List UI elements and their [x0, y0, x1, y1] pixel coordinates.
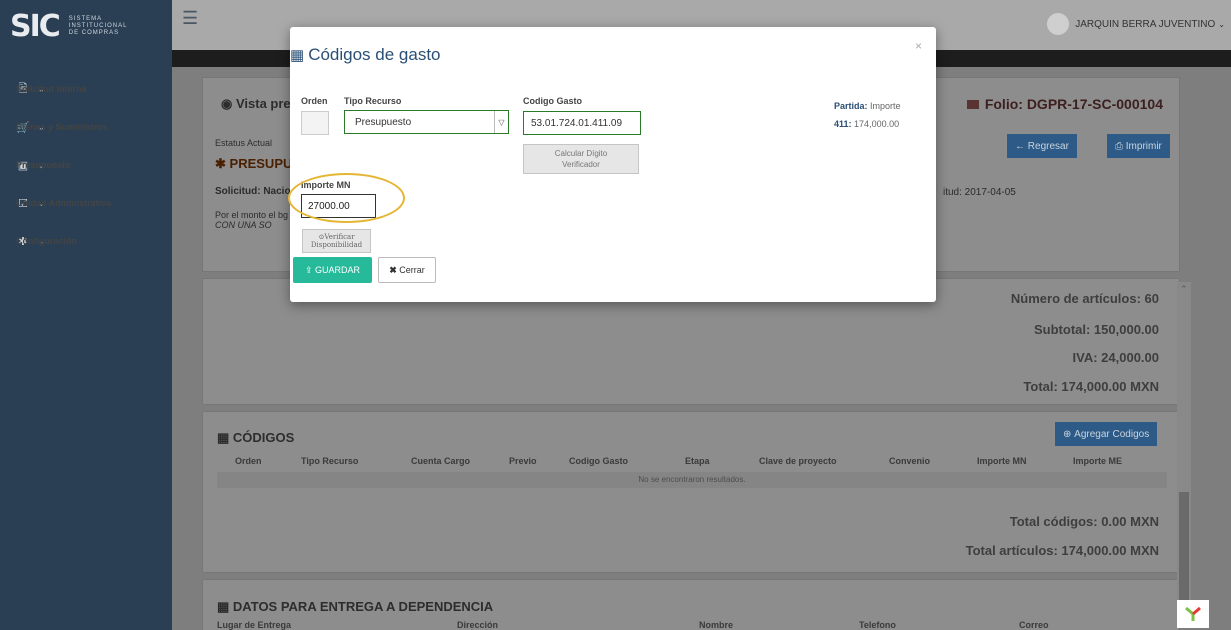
close-icon: ✖	[389, 264, 397, 275]
codigo-gasto-input[interactable]: 53.01.724.01.411.09	[523, 111, 641, 135]
iva: IVA: 24,000.00	[1072, 350, 1159, 365]
sidebar-item-unidad-administrativa[interactable]: ☑ Unidad Administrativa ⌄	[0, 188, 172, 218]
chevron-down-icon: ⌄	[1218, 19, 1225, 29]
sidebar-item-bienes[interactable]: 🛒 Bienes y Suministros ⌄	[0, 112, 172, 142]
scrollbar[interactable]: ⌃	[1177, 282, 1191, 612]
folio: Folio: DGPR-17-SC-000104	[966, 96, 1163, 112]
verificar-disponibilidad-button[interactable]: ⊙Verificar Disponibilidad	[302, 229, 371, 253]
qr-icon: ▦	[217, 430, 230, 445]
user-menu[interactable]: JARQUIN BERRA JUVENTINO ⌄	[1047, 13, 1225, 35]
col-lugar: Lugar de Entrega	[217, 620, 292, 630]
col-nombre: Nombre	[699, 620, 734, 630]
codigo-gasto-label: Codigo Gasto	[523, 96, 582, 106]
total-codigos: Total códigos: 0.00 MXN	[1009, 514, 1159, 529]
numero-articulos: Número de artículos: 60	[1010, 291, 1159, 306]
logo-icon	[1185, 606, 1201, 621]
col-cuenta-cargo: Cuenta Cargo	[411, 456, 471, 466]
sidebar-item-configuracion[interactable]: ✱ Configuración ⌄	[0, 226, 172, 256]
col-importe-mn: Importe MN	[977, 456, 1027, 466]
fecha-text: itud: 2017-04-05	[943, 187, 1016, 198]
sidebar-item-presupuesto[interactable]: ▣ Presupuesto ⌄	[0, 150, 172, 180]
scroll-up-icon[interactable]: ⌃	[1180, 284, 1188, 295]
codigos-gasto-modal: ▦ Códigos de gasto × Orden Tipo Recurso …	[288, 27, 936, 302]
barcode-icon	[966, 100, 979, 109]
modal-title-text: ▦ Códigos de gasto	[290, 45, 441, 64]
brand-text: SISTEMA INSTITUCIONAL DE COMPRAS	[68, 15, 128, 36]
gear-icon: ✱	[215, 156, 226, 171]
partida-label: Partida: Importe	[834, 101, 901, 111]
brand-logo: SIC	[10, 8, 61, 44]
chevron-down-icon: ▽	[494, 111, 508, 133]
agregar-codigos-button[interactable]: ⊕ Agregar Codigos	[1055, 422, 1158, 446]
close-icon[interactable]: ×	[915, 39, 922, 53]
print-icon: ⎙	[1115, 140, 1123, 152]
empty-row: No se encontraron resultados.	[217, 472, 1167, 488]
col-clave-proyecto: Clave de proyecto	[759, 456, 837, 466]
estatus-value: ✱ PRESUPU	[215, 156, 293, 171]
scrollbar-thumb[interactable]	[1179, 492, 1189, 612]
solicitud-text: Solicitud: Nacio	[215, 186, 291, 197]
qr-icon: ▦	[217, 599, 230, 614]
arrow-left-icon: ←	[1015, 140, 1025, 152]
total: Total: 174,000.00 MXN	[1023, 379, 1159, 394]
guardar-button[interactable]: ⇪ GUARDAR	[293, 257, 372, 283]
sidebar-item-solicitud-interna[interactable]: 🗎 Solicitud Interna ⌄	[0, 74, 172, 104]
qr-icon: ▦	[290, 47, 305, 64]
col-orden: Orden	[235, 456, 262, 466]
corner-logo	[1177, 600, 1209, 628]
col-convenio: Convenio	[889, 456, 931, 466]
col-direccion: Dirección	[457, 620, 499, 630]
total-articulos: Total artículos: 174,000.00 MXN	[965, 543, 1159, 558]
entrega-title: ▦ DATOS PARA ENTREGA A DEPENDENCIA	[217, 599, 494, 614]
menu-toggle-icon[interactable]: ☰	[182, 8, 198, 29]
orden-label: Orden	[301, 96, 328, 106]
upload-icon: ⇪	[304, 264, 313, 275]
imprimir-button[interactable]: ⎙ Imprimir	[1107, 134, 1170, 158]
col-correo: Correo	[1019, 620, 1049, 630]
codigos-title: ▦ CÓDIGOS	[217, 430, 295, 445]
col-codigo-gasto: Codigo Gasto	[569, 456, 628, 466]
plus-circle-icon: ⊕	[1063, 428, 1072, 440]
col-tipo-recurso: Tipo Recurso	[301, 456, 359, 466]
partida-amount: 411: 174,000.00	[834, 119, 900, 129]
estatus-label: Estatus Actual	[215, 138, 273, 148]
avatar	[1047, 13, 1070, 35]
orden-field[interactable]	[301, 111, 329, 135]
col-importe-me: Importe ME	[1073, 456, 1123, 466]
brand[interactable]: SIC SISTEMA INSTITUCIONAL DE COMPRAS	[0, 0, 172, 52]
cerrar-button[interactable]: ✖ Cerrar	[378, 257, 436, 283]
sidebar: SIC SISTEMA INSTITUCIONAL DE COMPRAS 🗎 S…	[0, 0, 172, 630]
tipo-recurso-label: Tipo Recurso	[344, 96, 402, 106]
codigos-table-header: Orden Tipo Recurso Cuenta Cargo Previo C…	[217, 456, 1167, 470]
codigos-panel: ▦ CÓDIGOS ⊕ Agregar Codigos Orden Tipo R…	[202, 411, 1180, 573]
user-name: JARQUIN BERRA JUVENTINO	[1075, 18, 1216, 30]
col-previo: Previo	[509, 456, 537, 466]
tipo-recurso-select[interactable]: Presupuesto ▽	[344, 110, 509, 134]
eye-icon: ◉	[221, 96, 233, 111]
subtotal: Subtotal: 150,000.00	[1034, 322, 1159, 337]
col-telefono: Telefono	[859, 620, 896, 630]
entrega-panel: ▦ DATOS PARA ENTREGA A DEPENDENCIA Lugar…	[202, 579, 1180, 630]
highlight-circle	[288, 173, 405, 223]
col-etapa: Etapa	[685, 456, 710, 466]
regresar-button[interactable]: ← Regresar	[1007, 134, 1077, 158]
calcular-digito-button[interactable]: Calcular Dígito Verificador	[523, 144, 639, 174]
